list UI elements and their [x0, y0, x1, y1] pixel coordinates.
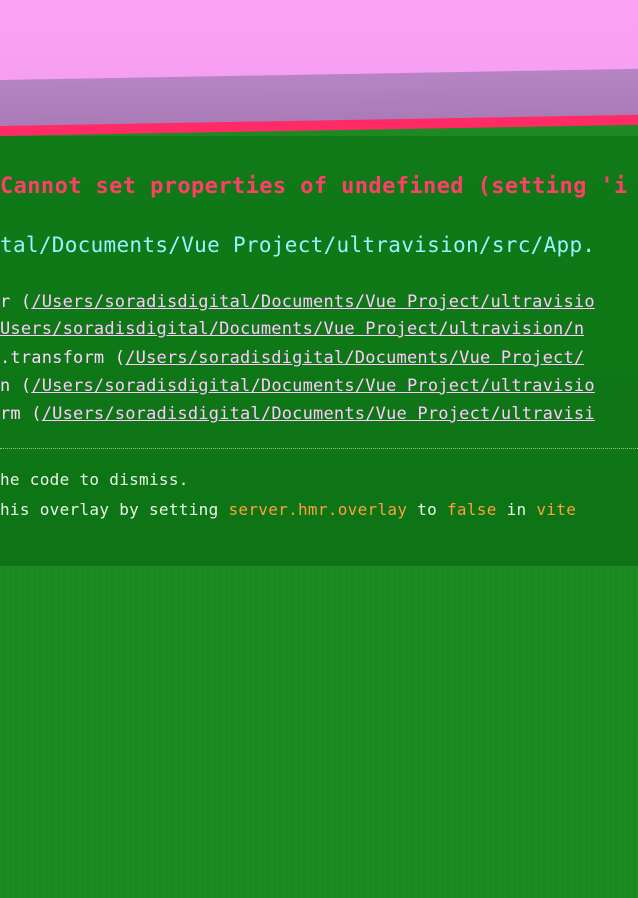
dismiss-tip: he code to dismiss. [0, 470, 189, 489]
stack-frame: Users/soradisdigital/Documents/Vue Proje… [0, 319, 584, 339]
overlay-divider [0, 448, 638, 449]
screen: Cannot set properties of undefined (sett… [0, 0, 638, 898]
stack-frame-prefix: .transform ( [0, 348, 126, 368]
stack-frame-path-link[interactable]: /Users/soradisdigital/Documents/Vue Proj… [42, 404, 595, 424]
stack-frame-prefix: n ( [0, 376, 32, 396]
error-overlay[interactable]: Cannot set properties of undefined (sett… [0, 136, 638, 566]
stack-frame: n (/Users/soradisdigital/Documents/Vue P… [0, 376, 595, 396]
stack-frame-path-link[interactable]: Users/soradisdigital/Documents/Vue Proje… [0, 319, 584, 339]
stack-frame-prefix: r ( [0, 292, 32, 312]
stack-frame-path-link[interactable]: /Users/soradisdigital/Documents/Vue Proj… [125, 348, 584, 368]
stack-frame: .transform (/Users/soradisdigital/Docume… [0, 348, 584, 368]
tip-code-file: vite [536, 500, 577, 519]
stack-frame: r (/Users/soradisdigital/Documents/Vue P… [0, 292, 595, 312]
stack-frame-prefix: rm ( [0, 404, 42, 424]
page-background-below-overlay [0, 566, 638, 898]
tip-code-value: false [447, 500, 497, 519]
stack-frame: rm (/Users/soradisdigital/Documents/Vue … [0, 404, 595, 424]
error-file-link[interactable]: tal/Documents/Vue Project/ultravision/sr… [0, 233, 595, 257]
overlay-config-tip: his overlay by setting server.hmr.overla… [0, 500, 576, 519]
tip-code-setting: server.hmr.overlay [228, 500, 408, 519]
stack-frame-path-link[interactable]: /Users/soradisdigital/Documents/Vue Proj… [31, 292, 594, 312]
tip-text: in [496, 500, 537, 519]
stack-frame-path-link[interactable]: /Users/soradisdigital/Documents/Vue Proj… [31, 376, 594, 396]
error-message: Cannot set properties of undefined (sett… [0, 174, 628, 199]
tip-text: his overlay by setting [0, 500, 229, 519]
tip-text: to [407, 500, 447, 519]
